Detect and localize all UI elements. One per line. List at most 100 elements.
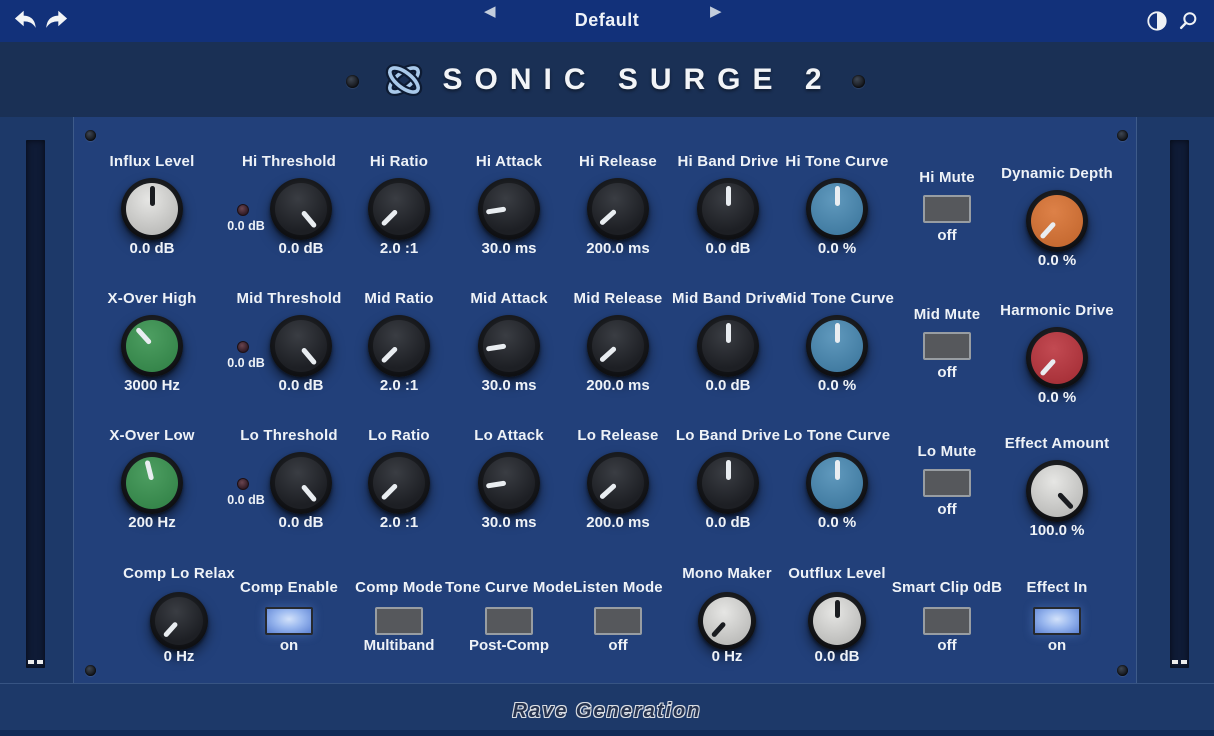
harmonic-drive-value: 0.0 % [1038, 389, 1076, 406]
topbar: ◀ Default ▶ [0, 0, 1214, 43]
dynamic-depth-knob-cap [1031, 195, 1083, 247]
hi-tone-curve-label: Hi Tone Curve [785, 153, 888, 170]
lo-attack-knob[interactable] [478, 452, 540, 514]
lo-attack-knob-pointer [486, 481, 506, 489]
preset-name[interactable]: Default [575, 10, 640, 31]
mid-release-knob-pointer [599, 346, 617, 363]
hi-threshold-knob-pointer [301, 210, 318, 228]
lo-threshold-knob-cap [275, 457, 327, 509]
lo-tone-curve-knob[interactable] [806, 452, 868, 514]
outflux-level-knob[interactable] [808, 592, 866, 650]
hi-threshold-knob[interactable] [270, 178, 332, 240]
effect-in-toggle[interactable] [1033, 607, 1081, 635]
mid-attack-knob[interactable] [478, 315, 540, 377]
contrast-theme-icon[interactable] [1146, 10, 1168, 32]
effect-amount-knob-cap [1031, 465, 1083, 517]
screw-icon [85, 130, 96, 141]
mid-release-knob[interactable] [587, 315, 649, 377]
smart-clip-0db-label: Smart Clip 0dB [892, 579, 1002, 596]
influx-level-knob-pointer [150, 186, 155, 206]
hi-release-knob-pointer [599, 209, 617, 226]
lo-threshold-knob[interactable] [270, 452, 332, 514]
x-over-low-label: X-Over Low [109, 427, 194, 444]
hi-band-drive-knob[interactable] [697, 178, 759, 240]
lo-band-drive-knob-cap [702, 457, 754, 509]
mono-maker-label: Mono Maker [682, 565, 772, 582]
influx-level-knob[interactable] [121, 178, 183, 240]
mid-tone-curve-knob[interactable] [806, 315, 868, 377]
mid-ratio-knob[interactable] [368, 315, 430, 377]
comp-enable-toggle[interactable] [265, 607, 313, 635]
hi-release-knob-cap [592, 183, 644, 235]
hi-ratio-knob-pointer [381, 210, 399, 228]
listen-mode-value: off [608, 637, 627, 654]
comp-lo-relax-knob[interactable] [150, 592, 208, 650]
magnifier-icon[interactable] [1177, 10, 1199, 32]
mid-threshold-led [237, 341, 249, 353]
hi-release-knob[interactable] [587, 178, 649, 240]
meter-min-tick [37, 660, 43, 664]
hi-tone-curve-value: 0.0 % [818, 240, 856, 257]
input-level-meter [26, 140, 45, 668]
mid-tone-curve-value: 0.0 % [818, 377, 856, 394]
redo-icon[interactable] [44, 9, 68, 31]
hi-release-value: 200.0 ms [586, 240, 649, 257]
hi-mute-toggle[interactable] [923, 195, 971, 223]
hi-mute-value: off [937, 227, 956, 244]
x-over-high-value: 3000 Hz [124, 377, 180, 394]
mono-maker-knob[interactable] [698, 592, 756, 650]
lo-mute-toggle[interactable] [923, 469, 971, 497]
mid-attack-knob-cap [483, 320, 535, 372]
smart-clip-0db-value: off [937, 637, 956, 654]
lo-mute-label: Lo Mute [918, 443, 977, 460]
comp-lo-relax-knob-cap [155, 597, 203, 645]
x-over-low-knob[interactable] [121, 452, 183, 514]
effect-in-value: on [1048, 637, 1066, 654]
mid-band-drive-knob[interactable] [697, 315, 759, 377]
mono-maker-knob-cap [703, 597, 751, 645]
mid-ratio-knob-cap [373, 320, 425, 372]
harmonic-drive-knob-pointer [1040, 359, 1057, 377]
lo-release-knob[interactable] [587, 452, 649, 514]
dynamic-depth-knob[interactable] [1026, 190, 1088, 252]
tone-curve-mode-toggle[interactable] [485, 607, 533, 635]
effect-amount-knob[interactable] [1026, 460, 1088, 522]
mid-band-drive-knob-cap [702, 320, 754, 372]
mid-mute-value: off [937, 364, 956, 381]
mid-band-drive-label: Mid Band Drive [672, 290, 784, 307]
lo-release-label: Lo Release [577, 427, 658, 444]
screw-icon [852, 75, 865, 88]
hi-threshold-led [237, 204, 249, 216]
x-over-high-label: X-Over High [108, 290, 197, 307]
lo-tone-curve-knob-cap [811, 457, 863, 509]
lo-band-drive-knob-pointer [726, 460, 731, 480]
lo-ratio-knob-cap [373, 457, 425, 509]
hi-attack-knob-cap [483, 183, 535, 235]
listen-mode-toggle[interactable] [594, 607, 642, 635]
mid-threshold-value: 0.0 dB [278, 377, 323, 394]
smart-clip-0db-toggle[interactable] [923, 607, 971, 635]
mid-threshold-knob[interactable] [270, 315, 332, 377]
hi-ratio-knob[interactable] [368, 178, 430, 240]
x-over-high-knob-cap [126, 320, 178, 372]
hi-tone-curve-knob[interactable] [806, 178, 868, 240]
hi-ratio-label: Hi Ratio [370, 153, 428, 170]
comp-mode-toggle[interactable] [375, 607, 423, 635]
hi-attack-knob[interactable] [478, 178, 540, 240]
mid-attack-label: Mid Attack [470, 290, 547, 307]
harmonic-drive-label: Harmonic Drive [1000, 302, 1114, 319]
mid-mute-label: Mid Mute [914, 306, 981, 323]
lo-mute-value: off [937, 501, 956, 518]
mid-mute-toggle[interactable] [923, 332, 971, 360]
hi-threshold-value: 0.0 dB [278, 240, 323, 257]
lo-band-drive-knob[interactable] [697, 452, 759, 514]
mid-ratio-knob-pointer [381, 347, 399, 365]
lo-band-drive-value: 0.0 dB [705, 514, 750, 531]
lo-ratio-label: Lo Ratio [368, 427, 430, 444]
hi-band-drive-label: Hi Band Drive [678, 153, 779, 170]
lo-threshold-label: Lo Threshold [240, 427, 337, 444]
x-over-high-knob[interactable] [121, 315, 183, 377]
harmonic-drive-knob[interactable] [1026, 327, 1088, 389]
lo-ratio-knob[interactable] [368, 452, 430, 514]
undo-icon[interactable] [14, 9, 38, 31]
